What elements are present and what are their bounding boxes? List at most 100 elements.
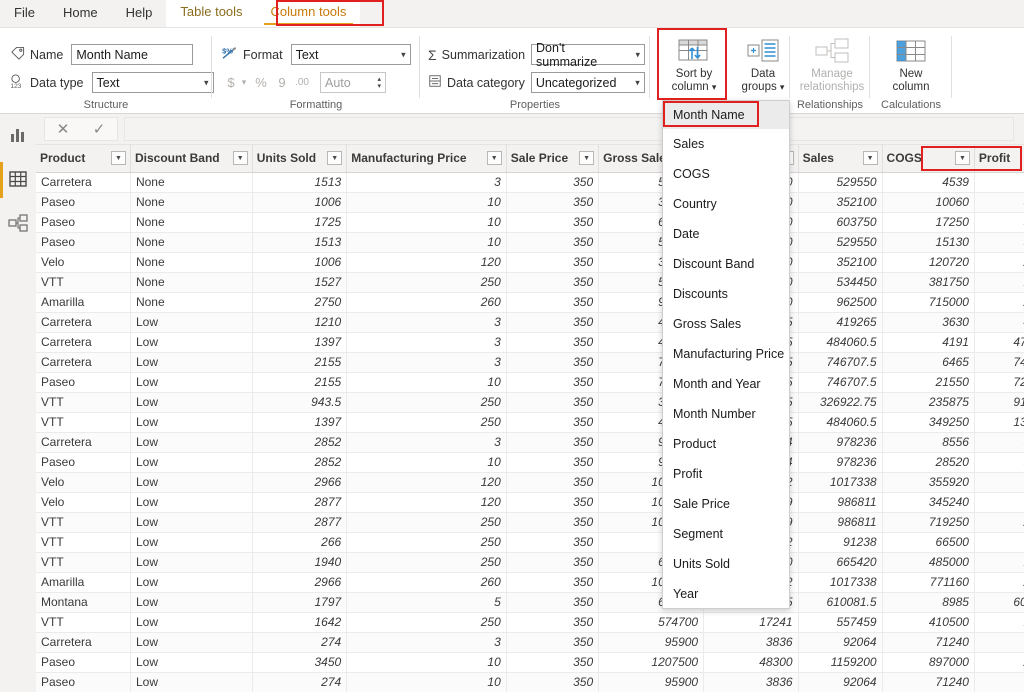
- cell-cogs[interactable]: 715000: [882, 292, 975, 313]
- dropdown-item-year[interactable]: Year: [663, 579, 789, 608]
- cell-manufacturing-price[interactable]: 3: [346, 432, 507, 453]
- cell-cogs[interactable]: 17250: [882, 212, 975, 233]
- cell-profit[interactable]: 180420: [974, 552, 1024, 573]
- cell-profit[interactable]: 740242.5: [974, 352, 1024, 373]
- cell-cogs[interactable]: 235875: [882, 392, 975, 413]
- cell-sale-price[interactable]: 350: [506, 592, 600, 613]
- cell-sales[interactable]: 1017338: [798, 472, 883, 493]
- data-type-select[interactable]: Text ▾: [91, 72, 214, 93]
- cell-sales[interactable]: 986811: [798, 512, 883, 533]
- table-row[interactable]: VeloLow287712035010069502013998681134524…: [36, 492, 1024, 513]
- decimal-places-stepper[interactable]: Auto ▴ ▾: [320, 72, 386, 93]
- cell-units-sold[interactable]: 274: [252, 672, 348, 692]
- cell-product[interactable]: Paseo: [36, 452, 131, 473]
- cell-units-sold[interactable]: 1642: [252, 612, 348, 633]
- cell-profit[interactable]: 267561: [974, 512, 1024, 533]
- cell-cogs[interactable]: 28520: [882, 452, 975, 473]
- dropdown-item-month-number[interactable]: Month Number: [663, 399, 789, 429]
- cell-manufacturing-price[interactable]: 250: [346, 552, 507, 573]
- currency-format-button[interactable]: $: [224, 73, 238, 93]
- table-row[interactable]: CarreteraLow1210335042350042354192653630…: [36, 312, 1024, 333]
- dropdown-item-cogs[interactable]: COGS: [663, 159, 789, 189]
- cell-sales[interactable]: 484060.5: [798, 412, 883, 433]
- cell-sale-price[interactable]: 350: [506, 172, 600, 193]
- cell-sales[interactable]: 352100: [798, 252, 883, 273]
- cell-manufacturing-price[interactable]: 10: [346, 452, 507, 473]
- cell-sale-price[interactable]: 350: [506, 612, 600, 633]
- dropdown-item-date[interactable]: Date: [663, 219, 789, 249]
- table-row[interactable]: VTTLow943.52503503302253302.25326922.752…: [36, 392, 1024, 413]
- cell-gross-sales[interactable]: 574700: [598, 612, 705, 633]
- table-row[interactable]: CarreteraNone151333505295500529550453952…: [36, 172, 1024, 193]
- cell-profit[interactable]: 525011: [974, 172, 1024, 193]
- cell-cogs[interactable]: 345240: [882, 492, 975, 513]
- format-select[interactable]: Text ▾: [290, 44, 411, 65]
- cell-manufacturing-price[interactable]: 3: [346, 312, 507, 333]
- cell-profit[interactable]: 342040: [974, 192, 1024, 213]
- cell-units-sold[interactable]: 2852: [252, 432, 348, 453]
- cell-manufacturing-price[interactable]: 10: [346, 672, 507, 692]
- cell-sale-price[interactable]: 350: [506, 652, 600, 673]
- cell-sales[interactable]: 978236: [798, 432, 883, 453]
- cell-cogs[interactable]: 21550: [882, 372, 975, 393]
- cell-sales[interactable]: 326922.75: [798, 392, 883, 413]
- cell-profit[interactable]: 661418: [974, 472, 1024, 493]
- cell-gross-sales[interactable]: 95900: [598, 672, 705, 692]
- cell-discounts[interactable]: 17241: [703, 612, 799, 633]
- cell-cogs[interactable]: 120720: [882, 252, 975, 273]
- cell-sales[interactable]: 603750: [798, 212, 883, 233]
- cell-discount-band[interactable]: None: [130, 212, 253, 233]
- cell-sales[interactable]: 746707.5: [798, 352, 883, 373]
- column-filter-icon[interactable]: ▼: [954, 151, 970, 166]
- cell-product[interactable]: Carretera: [36, 172, 131, 193]
- cell-cogs[interactable]: 381750: [882, 272, 975, 293]
- cell-cogs[interactable]: 719250: [882, 512, 975, 533]
- cell-manufacturing-price[interactable]: 5: [346, 592, 507, 613]
- tab-home[interactable]: Home: [49, 0, 112, 27]
- cell-cogs[interactable]: 771160: [882, 572, 975, 593]
- column-header-cogs[interactable]: COGS ▼: [882, 145, 975, 173]
- percent-format-button[interactable]: %: [252, 73, 270, 93]
- cell-sale-price[interactable]: 350: [506, 492, 600, 513]
- sort-by-column-dropdown[interactable]: Month Name Sales COGS Country Date Discount …: [662, 100, 790, 609]
- cell-discount-band[interactable]: None: [130, 192, 253, 213]
- sidebar-item-report-view[interactable]: [0, 114, 36, 158]
- cell-units-sold[interactable]: 266: [252, 532, 348, 553]
- currency-dropdown-icon[interactable]: ▾: [238, 73, 250, 93]
- table-row[interactable]: MontanaLow1797535062895018868.5610081.58…: [36, 592, 1024, 613]
- cell-manufacturing-price[interactable]: 120: [346, 472, 507, 493]
- cell-product[interactable]: VTT: [36, 532, 131, 553]
- dropdown-item-units-sold[interactable]: Units Sold: [663, 549, 789, 579]
- cell-discount-band[interactable]: Low: [130, 472, 253, 493]
- cell-sale-price[interactable]: 350: [506, 272, 600, 293]
- cell-cogs[interactable]: 8556: [882, 432, 975, 453]
- cell-units-sold[interactable]: 2877: [252, 492, 348, 513]
- cell-cogs[interactable]: 15130: [882, 232, 975, 253]
- cell-discounts[interactable]: 3836: [703, 672, 799, 692]
- column-filter-icon[interactable]: ▼: [486, 151, 502, 166]
- table-row[interactable]: CarreteraLow2852335099820019964978236855…: [36, 432, 1024, 453]
- cell-units-sold[interactable]: 1797: [252, 592, 348, 613]
- decimal-places-button[interactable]: .00: [292, 73, 312, 93]
- cell-sales[interactable]: 986811: [798, 492, 883, 513]
- cell-sales[interactable]: 962500: [798, 292, 883, 313]
- cell-profit[interactable]: 246178: [974, 572, 1024, 593]
- cell-profit[interactable]: 231380: [974, 252, 1024, 273]
- cell-sale-price[interactable]: 350: [506, 432, 600, 453]
- table-row[interactable]: VTTLow13972503504889504889.5484060.53492…: [36, 412, 1024, 433]
- cell-sale-price[interactable]: 350: [506, 332, 600, 353]
- cell-discount-band[interactable]: Low: [130, 592, 253, 613]
- cell-sales[interactable]: 610081.5: [798, 592, 883, 613]
- cell-profit[interactable]: 91047.75: [974, 392, 1024, 413]
- cell-sales[interactable]: 352100: [798, 192, 883, 213]
- sidebar-item-model-view[interactable]: [0, 202, 36, 246]
- cell-discount-band[interactable]: Low: [130, 552, 253, 573]
- cell-manufacturing-price[interactable]: 3: [346, 352, 507, 373]
- dropdown-item-sale-price[interactable]: Sale Price: [663, 489, 789, 519]
- cell-profit[interactable]: 20824: [974, 672, 1024, 692]
- cell-discounts[interactable]: 3836: [703, 632, 799, 653]
- cell-manufacturing-price[interactable]: 250: [346, 512, 507, 533]
- cell-sale-price[interactable]: 350: [506, 312, 600, 333]
- cell-product[interactable]: Paseo: [36, 212, 131, 233]
- thousands-separator-button[interactable]: 9: [274, 73, 290, 93]
